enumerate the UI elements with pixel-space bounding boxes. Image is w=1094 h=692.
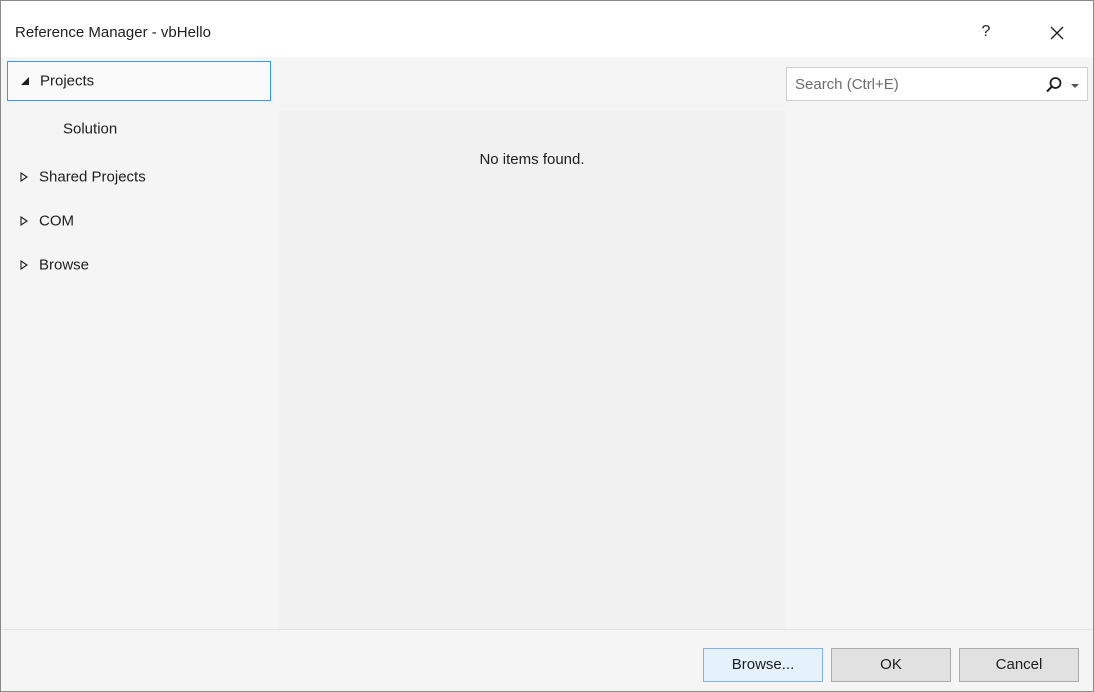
collapsed-arrow-icon xyxy=(20,216,28,226)
nav-item-browse[interactable]: Browse xyxy=(7,245,271,285)
cancel-button[interactable]: Cancel xyxy=(959,648,1079,682)
chevron-down-icon[interactable] xyxy=(1069,76,1081,94)
collapsed-arrow-icon xyxy=(20,260,28,270)
search-box xyxy=(786,67,1088,101)
browse-button[interactable]: Browse... xyxy=(703,648,823,682)
nav-item-label: Browse xyxy=(39,256,90,274)
nav-item-solution[interactable]: Solution xyxy=(7,109,271,149)
reference-manager-dialog: Reference Manager - vbHello ? Projects S… xyxy=(0,0,1094,692)
close-button[interactable] xyxy=(1039,17,1075,49)
nav-item-label: COM xyxy=(39,212,74,230)
expanded-arrow-icon xyxy=(21,77,29,85)
nav-item-projects[interactable]: Projects xyxy=(7,61,271,101)
reference-list: No items found. xyxy=(279,111,785,629)
nav-item-label: Solution xyxy=(63,120,118,138)
category-navigation: Projects Solution Shared Projects COM Br… xyxy=(1,57,277,637)
search-icon[interactable] xyxy=(1045,76,1063,94)
empty-message: No items found. xyxy=(479,151,585,168)
nav-item-label: Projects xyxy=(40,72,95,90)
dialog-button-bar: Browse... OK Cancel xyxy=(1,629,1093,691)
nav-item-com[interactable]: COM xyxy=(7,201,271,241)
search-input[interactable] xyxy=(787,68,1035,100)
title-bar: Reference Manager - vbHello ? xyxy=(1,1,1093,57)
help-button[interactable]: ? xyxy=(971,17,1001,47)
ok-button[interactable]: OK xyxy=(831,648,951,682)
collapsed-arrow-icon xyxy=(20,172,28,182)
nav-item-label: Shared Projects xyxy=(39,168,146,186)
close-icon xyxy=(1050,26,1064,40)
nav-item-shared-projects[interactable]: Shared Projects xyxy=(7,157,271,197)
dialog-title: Reference Manager - vbHello xyxy=(15,24,211,41)
